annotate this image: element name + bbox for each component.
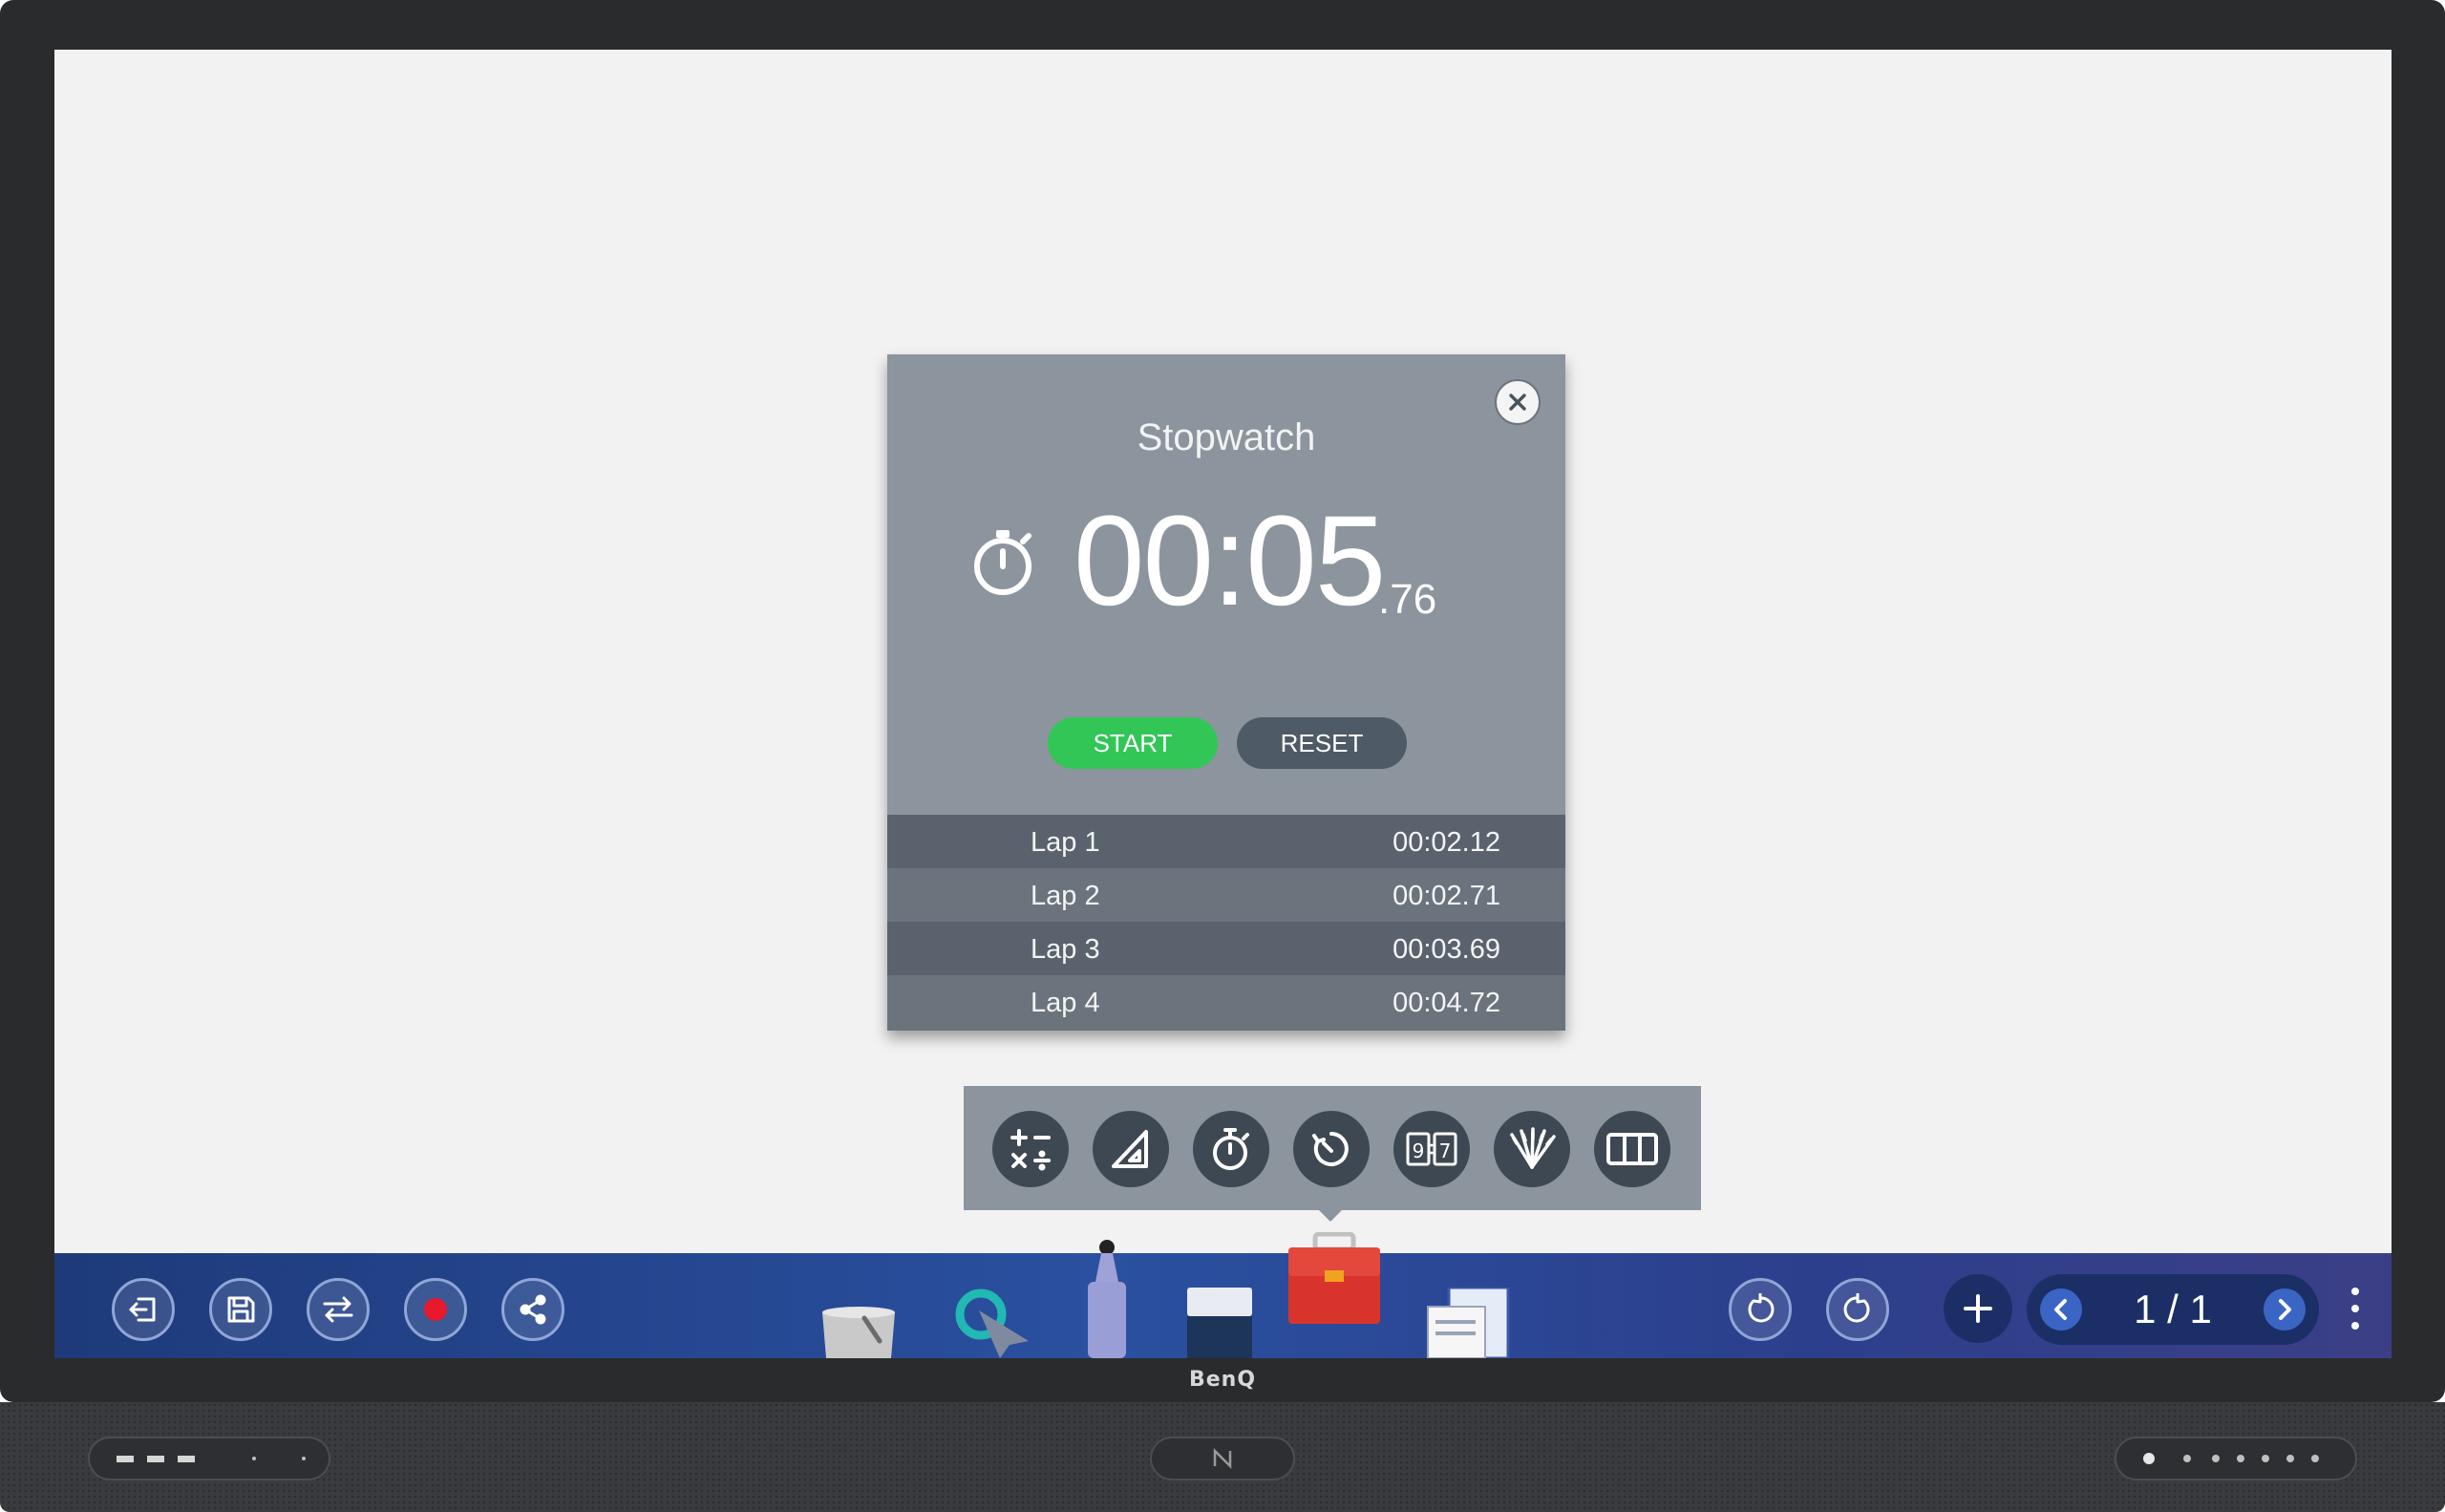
redo-button[interactable] xyxy=(1826,1278,1889,1341)
record-button[interactable] xyxy=(404,1278,467,1341)
stopwatch-icon xyxy=(1213,1128,1249,1170)
whiteboard-canvas[interactable]: Stopwatch 00:05 .76 START RESET Lap 1 00… xyxy=(54,50,2392,1358)
calculator-icon xyxy=(1010,1129,1051,1171)
stopwatch-tool[interactable] xyxy=(1193,1111,1269,1187)
nfc-pad xyxy=(1150,1437,1295,1480)
elapsed-hundredths: .76 xyxy=(1378,576,1437,623)
lottery-sticks-icon xyxy=(1510,1127,1556,1169)
toolbox-icon xyxy=(1288,1231,1380,1324)
close-icon xyxy=(1509,394,1526,411)
ruler-tool[interactable] xyxy=(1093,1111,1169,1187)
undo-icon xyxy=(1748,1293,1775,1323)
audio-jack xyxy=(252,1457,256,1460)
control-buttons xyxy=(2115,1437,2357,1480)
columns-tool[interactable] xyxy=(1594,1111,1670,1187)
eraser-tool[interactable] xyxy=(1183,1288,1256,1358)
power-led xyxy=(2143,1453,2155,1464)
monitor-base xyxy=(0,1402,2445,1512)
more-dot-icon xyxy=(2351,1288,2359,1295)
exit-button[interactable] xyxy=(112,1278,175,1341)
lasso-cursor-icon xyxy=(955,1288,1029,1358)
stopwatch-dialog: Stopwatch 00:05 .76 START RESET Lap 1 00… xyxy=(887,354,1565,1031)
next-page-button[interactable] xyxy=(2264,1288,2306,1331)
more-options-button[interactable] xyxy=(2349,1288,2362,1335)
previous-page-button[interactable] xyxy=(2040,1288,2082,1331)
eraser-icon xyxy=(1187,1288,1252,1358)
usb-port xyxy=(178,1456,195,1462)
stopwatch-title: Stopwatch xyxy=(1137,416,1316,458)
chevron-left-icon xyxy=(2054,1299,2067,1320)
more-dot-icon xyxy=(2351,1322,2359,1330)
home-button[interactable] xyxy=(2212,1455,2220,1462)
flip-clock-icon: 9 7 xyxy=(1406,1132,1457,1166)
volume-down-button[interactable] xyxy=(2286,1455,2294,1462)
redo-icon xyxy=(1843,1293,1870,1323)
lap-name: Lap 1 xyxy=(1031,827,1100,858)
tools-popup: 9 7 xyxy=(964,1086,1701,1210)
lap-row: Lap 4 00:04.72 xyxy=(887,975,1565,1029)
lap-name: Lap 3 xyxy=(1031,934,1100,965)
exit-icon xyxy=(129,1297,156,1322)
lap-name: Lap 4 xyxy=(1031,988,1100,1018)
lap-time: 00:02.12 xyxy=(1393,827,1500,858)
add-page-button[interactable] xyxy=(1944,1274,2012,1343)
plus-icon xyxy=(1964,1294,1992,1323)
lap-time: 00:04.72 xyxy=(1393,988,1500,1018)
ruler-triangle-icon xyxy=(1112,1130,1148,1168)
nfc-icon xyxy=(1213,1447,1232,1470)
columns-icon xyxy=(1606,1133,1658,1165)
lottery-tool[interactable] xyxy=(1494,1111,1570,1187)
power-button[interactable] xyxy=(2183,1455,2191,1462)
svg-text:9: 9 xyxy=(1413,1139,1425,1162)
elapsed-time: 00:05 xyxy=(1074,490,1386,632)
usb-port xyxy=(147,1456,164,1462)
chevron-right-icon xyxy=(2279,1299,2291,1320)
marker-pen-icon xyxy=(1088,1240,1126,1358)
switch-button[interactable] xyxy=(307,1278,370,1341)
lap-row: Lap 3 00:03.69 xyxy=(887,922,1565,975)
save-icon xyxy=(227,1296,255,1323)
volume-up-button[interactable] xyxy=(2311,1455,2319,1462)
picture-icon xyxy=(1427,1286,1510,1358)
timer-tool[interactable] xyxy=(1293,1111,1370,1187)
lap-row: Lap 2 00:02.71 xyxy=(887,868,1565,922)
save-button[interactable] xyxy=(209,1278,272,1341)
stopwatch-icon xyxy=(971,524,1038,606)
select-tool[interactable] xyxy=(945,1282,1036,1358)
monitor-bezel: Stopwatch 00:05 .76 START RESET Lap 1 00… xyxy=(0,0,2445,1402)
share-button[interactable] xyxy=(501,1278,564,1341)
lap-time: 00:03.69 xyxy=(1393,934,1500,965)
svg-text:7: 7 xyxy=(1439,1139,1452,1162)
pen-tool[interactable] xyxy=(1076,1240,1137,1358)
image-tool[interactable] xyxy=(1426,1286,1512,1358)
page-navigator: 1 / 1 xyxy=(2027,1274,2319,1345)
toolbox-tool[interactable] xyxy=(1286,1231,1382,1324)
swap-arrows-icon xyxy=(323,1296,353,1323)
lap-time: 00:02.71 xyxy=(1393,881,1500,911)
brand-logo: BenQ xyxy=(1188,1368,1257,1392)
timer-icon xyxy=(1312,1132,1349,1166)
settings-button[interactable] xyxy=(2262,1455,2269,1462)
paint-bucket-icon xyxy=(822,1307,895,1358)
record-icon xyxy=(424,1298,447,1321)
usb-port xyxy=(117,1456,134,1462)
back-button[interactable] xyxy=(2237,1455,2244,1462)
calculator-tool[interactable] xyxy=(992,1111,1069,1187)
front-ports xyxy=(88,1437,330,1480)
tools-popup-pointer xyxy=(1319,1210,1342,1222)
ir-sensor xyxy=(302,1457,306,1460)
share-icon xyxy=(520,1294,546,1325)
more-dot-icon xyxy=(2351,1305,2359,1312)
start-button[interactable]: START xyxy=(1048,717,1218,769)
lap-name: Lap 2 xyxy=(1031,881,1100,911)
flip-clock-tool[interactable]: 9 7 xyxy=(1393,1111,1470,1187)
reset-button[interactable]: RESET xyxy=(1237,717,1407,769)
fill-bucket-tool[interactable] xyxy=(819,1299,899,1358)
bottom-taskbar: 1 / 1 xyxy=(54,1231,2392,1358)
lap-list: Lap 1 00:02.12 Lap 2 00:02.71 Lap 3 00:0… xyxy=(887,815,1565,1031)
lap-row: Lap 1 00:02.12 xyxy=(887,815,1565,868)
undo-button[interactable] xyxy=(1729,1278,1792,1341)
